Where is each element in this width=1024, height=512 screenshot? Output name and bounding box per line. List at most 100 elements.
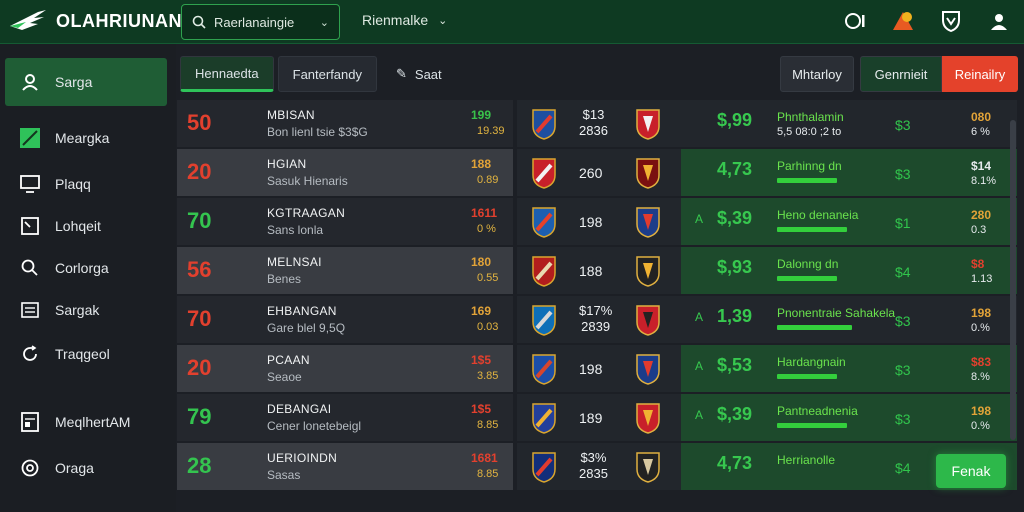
market-stake: $3 [895,117,911,133]
table-row[interactable]: 28 UERIOINDN Sasas 1681 8.85 $3% 2835 4,73 Herri… [177,443,1017,491]
market-cell[interactable]: $,99 Phnthalamin 5,5 08:0 ;2 to $3 080 6 % [681,100,1017,147]
match-cell[interactable]: 20 PCAAN Seaoe 1$5 3.85 [177,345,513,392]
market-cell[interactable]: A $,53 Hardangnain $3 $83 8.% [681,345,1017,392]
market-cell[interactable]: 4,73 Parhinng dn $3 $14 8.1% [681,149,1017,196]
home-team-crest-icon [532,256,556,287]
market-change: 8.1% [971,175,997,187]
match-cell[interactable]: 56 MELNSAI Benes 180 0.55 [177,247,513,294]
tab-hennaedta[interactable]: Hennaedta [180,56,274,92]
search-field[interactable]: Raerlanaingie ⌄ [181,4,340,40]
match-name: DEBANGAI [267,402,332,416]
market-volume-bar [777,374,837,379]
teams-cell[interactable]: $17% 2839 [517,296,681,343]
table-row[interactable]: 70 EHBANGAN Gare blel 9,5Q 169 0.03 $17% 2839 A… [177,296,1017,344]
sidebar-item-traqgeol[interactable]: Traqgeol [5,330,167,378]
sidebar-item-label: Traqgeol [55,346,110,362]
market-change: 0.% [971,420,990,432]
notification-icon[interactable] [890,8,916,34]
home-team-crest-icon [532,305,556,336]
place-bet-button[interactable]: Fenak [936,454,1006,488]
match-count: $17% 2839 [579,303,612,335]
market-button[interactable]: Genrnieit [860,56,942,92]
market-stake: $4 [895,460,911,476]
odds-primary: 199 [471,108,492,122]
teams-cell[interactable]: 260 [517,149,681,196]
match-score: 20 [187,355,212,380]
top-menu-dropdown[interactable]: Rienmalke ⌄ [362,12,447,28]
refresh-icon [19,343,41,365]
user-icon [19,71,41,93]
flag-icon [19,127,41,149]
away-team-crest-icon [636,109,660,140]
remove-button[interactable]: Reinailry [942,56,1018,92]
market-change: 0.% [971,322,990,334]
home-team-crest-icon [532,158,556,189]
sidebar-item-oraga[interactable]: Oraga [5,444,167,492]
match-cell[interactable]: 70 EHBANGAN Gare blel 9,5Q 169 0.03 [177,296,513,343]
market-volume-bar [777,423,847,428]
match-cell[interactable]: 79 DEBANGAI Cener lonetebeigl 1$5 8.85 [177,394,513,441]
teams-cell[interactable]: 188 [517,247,681,294]
match-score: 28 [187,453,212,478]
scrollbar[interactable] [1010,120,1016,440]
market-name: Herrianolle [777,453,836,467]
table-row[interactable]: 50 MBISAN Bon lienl tsie $3$G 199 19.39 $13 28… [177,100,1017,148]
teams-cell[interactable]: $3% 2835 [517,443,681,490]
market-cell[interactable]: A $,39 Pantneadnenia $3 198 0.% [681,394,1017,441]
sidebar-item-sargak[interactable]: Sargak [5,286,167,334]
sidebar-item-lohqeit[interactable]: Lohqeit [5,202,167,250]
market-name: Dalonng dn [777,257,839,271]
tab-fanterfandy[interactable]: Fanterfandy [277,56,377,92]
match-subtitle: Sasas [267,468,301,482]
market-stake: $3 [895,166,911,182]
teams-cell[interactable]: 198 [517,198,681,245]
fullscreen-icon[interactable] [842,8,868,34]
match-cell[interactable]: 50 MBISAN Bon lienl tsie $3$G 199 19.39 [177,100,513,147]
sidebar-item-sarga[interactable]: Sarga [5,58,167,106]
teams-cell[interactable]: $13 2836 [517,100,681,147]
odds-primary: 1$5 [471,402,492,416]
market-volume-bar [777,178,837,183]
sidebar-item-plaqq[interactable]: Plaqq [5,160,167,208]
odds-primary: 188 [471,157,492,171]
away-team-crest-icon [636,207,660,238]
market-stake: $4 [895,264,911,280]
user-icon[interactable] [986,8,1012,34]
table-row[interactable]: 56 MELNSAI Benes 180 0.55 188 $,93 Dalonng dn $4… [177,247,1017,295]
match-subtitle: Benes [267,272,302,286]
table-row[interactable]: 20 HGIAN Sasuk Hienaris 188 0.89 260 4,73 Parhi… [177,149,1017,197]
table-row[interactable]: 79 DEBANGAI Cener lonetebeigl 1$5 8.85 189 A $,… [177,394,1017,442]
teams-cell[interactable]: 189 [517,394,681,441]
match-subtitle: Bon lienl tsie $3$G [267,125,368,139]
market-cell[interactable]: A $,39 Heno denaneia $1 280 0.3 [681,198,1017,245]
brand-logo[interactable]: OLAHRIUNAN [8,8,182,34]
tab-saat[interactable]: ✎ Saat [381,56,457,92]
sidebar-item-corlorga[interactable]: Corlorga [5,244,167,292]
tab-label: Fanterfandy [292,66,362,82]
match-subtitle: Cener lonetebeigl [267,419,362,433]
sidebar-item-meargka[interactable]: Meargka [5,114,167,162]
match-cell[interactable]: 28 UERIOINDN Sasas 1681 8.85 [177,443,513,490]
market-cell[interactable]: A 1,39 Pnonentraie Sahakela $3 198 0.% [681,296,1017,343]
market-stake: $3 [895,362,911,378]
match-count: 198 [579,214,603,230]
home-team-crest-icon [532,403,556,434]
table-row[interactable]: 70 KGTRAAGAN Sans lonla 1611 0 % 198 A $,39 Heno… [177,198,1017,246]
teams-cell[interactable]: 198 [517,345,681,392]
match-cell[interactable]: 20 HGIAN Sasuk Hienaris 188 0.89 [177,149,513,196]
match-name: MELNSAI [267,255,322,269]
filter-button[interactable]: Mhtarloy [780,56,854,92]
odds-secondary: 19.39 [477,125,505,137]
match-cell[interactable]: 70 KGTRAAGAN Sans lonla 1611 0 % [177,198,513,245]
sidebar-item-meqlhertam[interactable]: MeqlhertAM [5,398,167,446]
odds-secondary: 8.85 [477,419,499,431]
search-icon [192,15,206,29]
match-count: 189 [579,410,603,426]
table-row[interactable]: 20 PCAAN Seaoe 1$5 3.85 198 A $,53 Hardangnain $3… [177,345,1017,393]
shield-icon[interactable] [938,8,964,34]
pencil-icon: ✎ [396,66,407,81]
market-cell[interactable]: $,93 Dalonng dn $4 $8 1.13 [681,247,1017,294]
match-count: 198 [579,361,603,377]
chevron-down-icon: ⌄ [319,16,329,29]
away-team-crest-icon [636,452,660,483]
